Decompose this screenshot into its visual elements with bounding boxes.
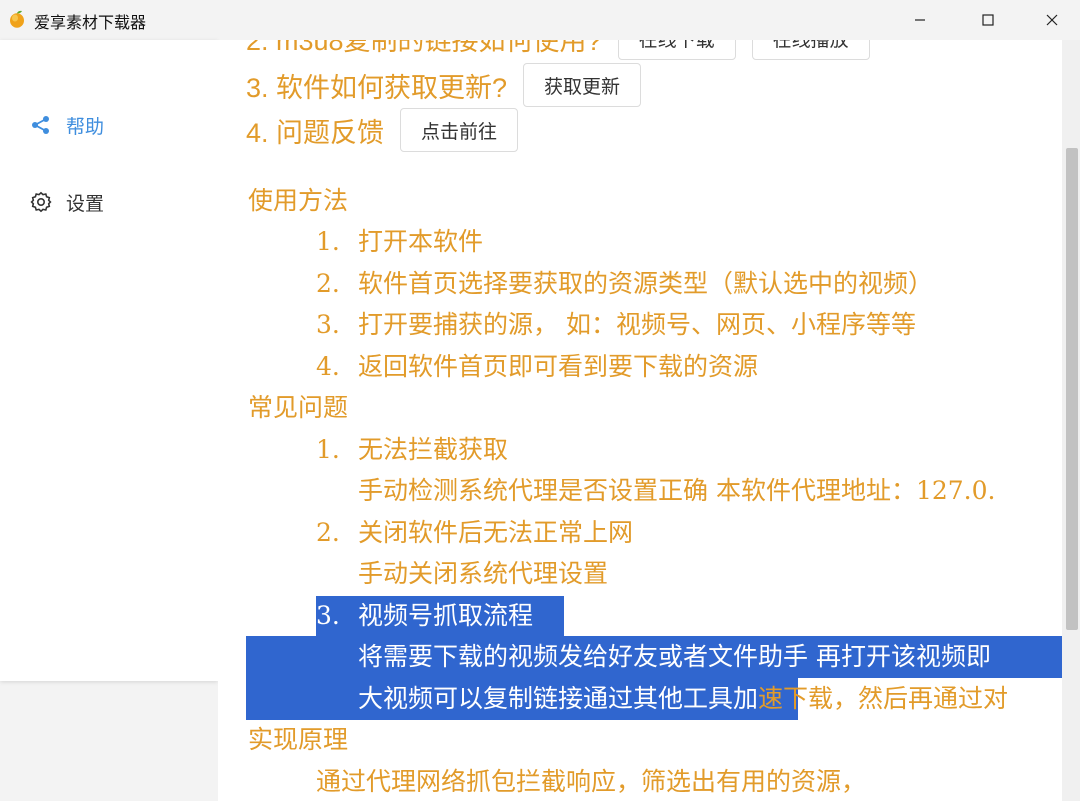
sidebar: 帮助 设置 <box>0 40 218 681</box>
section-title-faq: 常见问题 <box>248 393 349 422</box>
list-item-detail: 手动检测系统代理是否设置正确 本软件代理地址：127.0. <box>358 476 996 505</box>
section-title-principle: 实现原理 <box>248 725 349 754</box>
faq-question: 2. m3u8复制的链接如何使用? <box>246 40 602 56</box>
online-download-button[interactable]: 在线下载 <box>617 40 736 60</box>
close-icon <box>1046 14 1058 26</box>
gear-icon <box>30 191 52 213</box>
vertical-scrollbar[interactable] <box>1062 40 1080 801</box>
sidebar-item-label: 设置 <box>66 192 105 215</box>
principle-text: 通过代理网络抓包拦截响应，筛选出有用的资源， <box>316 767 867 796</box>
list-item: 1. 无法拦截获取 <box>316 435 509 464</box>
get-update-button[interactable]: 获取更新 <box>523 63 642 107</box>
list-item: 3. 打开要捕获的源， 如：视频号、网页、小程序等等 <box>316 310 916 339</box>
faq-question: 4. 问题反馈 <box>246 117 385 148</box>
online-play-button[interactable]: 在线播放 <box>751 40 870 60</box>
list-item-detail: 大视频可以复制链接通过其他工具加速下载，然后再通过对 <box>358 684 1009 713</box>
list-item: 4. 返回软件首页即可看到要下载的资源 <box>316 352 759 381</box>
list-item-detail: 手动关闭系统代理设置 <box>358 559 609 588</box>
window-title: 爱享素材下载器 <box>34 13 147 32</box>
section-title-usage: 使用方法 <box>248 186 349 215</box>
list-item: 1. 打开本软件 <box>316 227 484 256</box>
list-item: 3. 视频号抓取流程 <box>316 601 534 630</box>
sidebar-item-label: 帮助 <box>66 115 105 138</box>
maximize-icon <box>982 14 994 26</box>
title-bar: 爱享素材下载器 <box>0 0 1080 40</box>
minimize-icon <box>915 19 925 21</box>
faq-row-feedback: 4. 问题反馈 点击前往 <box>246 108 519 152</box>
faq-row-m3u8: 2. m3u8复制的链接如何使用? 在线下载 在线播放 <box>246 40 870 60</box>
sidebar-item-help[interactable]: 帮助 <box>30 110 104 140</box>
maximize-button[interactable] <box>965 0 1011 40</box>
close-button[interactable] <box>1029 0 1075 40</box>
faq-question: 3. 软件如何获取更新? <box>246 72 508 103</box>
share-icon <box>30 114 52 136</box>
faq-row-update: 3. 软件如何获取更新? 获取更新 <box>246 63 642 107</box>
sidebar-item-settings[interactable]: 设置 <box>30 187 104 217</box>
minimize-button[interactable] <box>897 0 943 40</box>
goto-feedback-button[interactable]: 点击前往 <box>400 108 519 152</box>
mango-app-icon <box>10 10 24 28</box>
list-item: 2. 关闭软件后无法正常上网 <box>316 518 634 547</box>
scrollbar-thumb[interactable] <box>1066 148 1078 630</box>
help-content: 2. m3u8复制的链接如何使用? 在线下载 在线播放 3. 软件如何获取更新?… <box>218 40 1062 801</box>
list-item: 2. 软件首页选择要获取的资源类型（默认选中的视频） <box>316 269 934 298</box>
list-item-detail: 将需要下载的视频发给好友或者文件助手 再打开该视频即 <box>358 642 991 671</box>
